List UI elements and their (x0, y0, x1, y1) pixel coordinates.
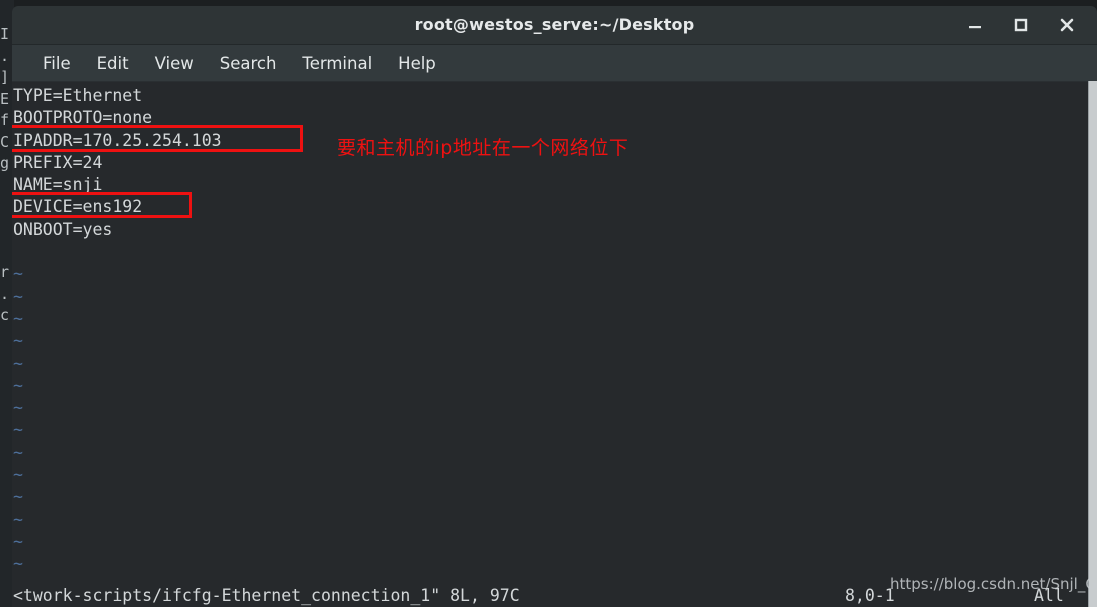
menu-item-edit[interactable]: Edit (84, 51, 142, 76)
close-icon[interactable] (1057, 15, 1077, 35)
status-cursor-position: 8,0-1 (845, 586, 895, 605)
vim-tilde: ~ (13, 465, 23, 485)
buffer-line-empty (12, 241, 222, 263)
vim-status-line: <twork-scripts/ifcfg-Ethernet_connection… (12, 582, 1097, 607)
screenshot-root: I . ] E f C g r . c root@westos_serve:~/… (0, 0, 1097, 607)
buffer-line: ONBOOT=yes (13, 219, 113, 239)
menu-bar: File Edit View Search Terminal Help (12, 45, 1097, 82)
buffer-line: BOOTPROTO=none (13, 108, 153, 128)
vim-tilde: ~ (13, 442, 23, 462)
buffer-line-ipaddr: IPADDR=170.25.254.103 (13, 130, 222, 150)
vim-tilde: ~ (13, 509, 23, 529)
title-bar[interactable]: root@westos_serve:~/Desktop (12, 6, 1097, 45)
vim-tilde: ~ (13, 375, 23, 395)
menu-item-file[interactable]: File (30, 51, 84, 76)
vim-tilde: ~ (13, 398, 23, 418)
vim-tilde: ~ (13, 420, 23, 440)
menu-item-search[interactable]: Search (207, 51, 290, 76)
vim-tilde: ~ (13, 531, 23, 551)
maximize-icon[interactable] (1011, 15, 1031, 35)
annotation-note: 要和主机的ip地址在一个网络位下 (337, 137, 629, 159)
minimize-icon[interactable] (965, 15, 985, 35)
vim-tilde: ~ (13, 554, 23, 574)
vim-tilde: ~ (13, 308, 23, 328)
window-title: root@westos_serve:~/Desktop (414, 15, 695, 34)
buffer-line: TYPE=Ethernet (13, 86, 143, 105)
vim-tilde: ~ (13, 353, 23, 373)
status-scroll-indicator: All (1034, 586, 1064, 605)
terminal-window: root@westos_serve:~/Desktop File Edit Vi… (12, 6, 1097, 607)
status-file-info: <twork-scripts/ifcfg-Ethernet_connection… (13, 586, 520, 605)
vim-buffer: TYPE=Ethernet BOOTPROTO=none IPADDR=170.… (12, 82, 222, 607)
window-controls (965, 6, 1091, 44)
menu-item-help[interactable]: Help (385, 51, 449, 76)
vim-tilde: ~ (13, 487, 23, 507)
buffer-line-device: DEVICE=ens192 (13, 197, 143, 217)
vim-tilde: ~ (13, 286, 23, 306)
buffer-line: PREFIX=24 (13, 152, 103, 172)
terminal-body[interactable]: TYPE=Ethernet BOOTPROTO=none IPADDR=170.… (12, 82, 1097, 607)
buffer-line: NAME=snji (13, 175, 103, 195)
menu-item-terminal[interactable]: Terminal (289, 51, 385, 76)
vim-tilde: ~ (13, 331, 23, 351)
vim-tilde: ~ (13, 264, 23, 284)
menu-item-view[interactable]: View (142, 51, 207, 76)
vertical-scrollbar[interactable] (1088, 81, 1097, 607)
